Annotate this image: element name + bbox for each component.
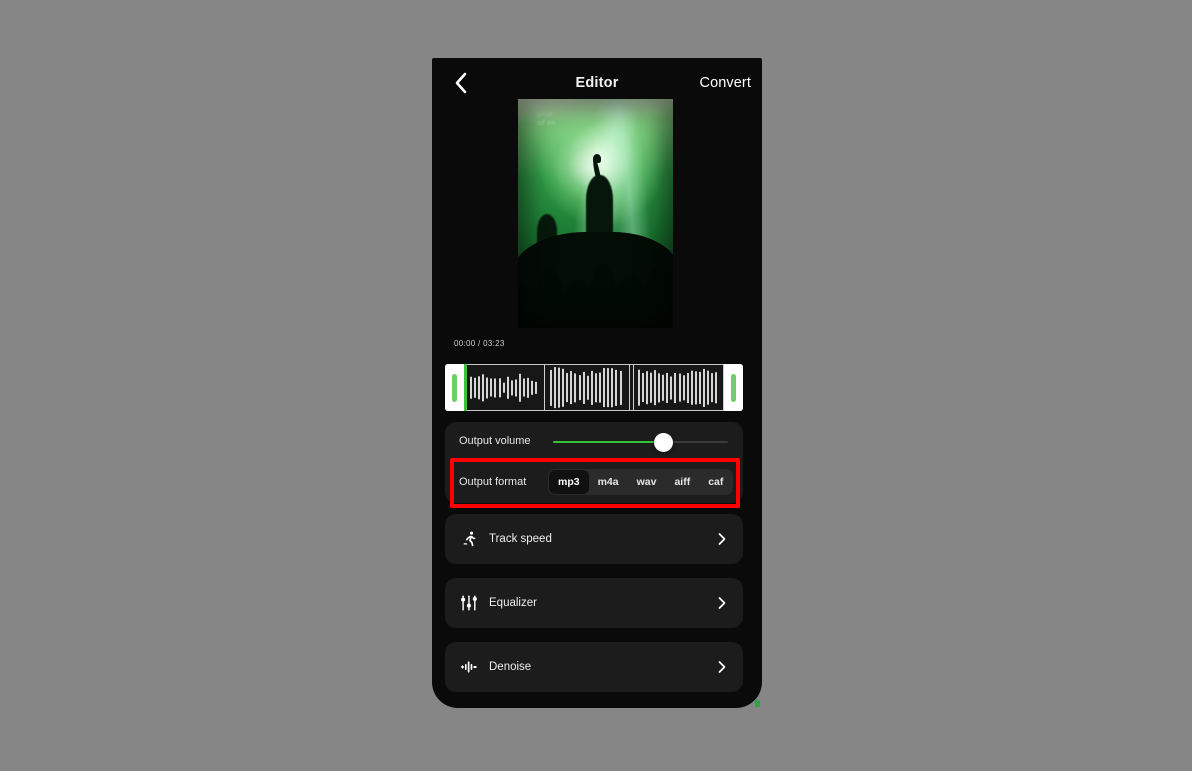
feature-label-equalizer: Equalizer: [489, 597, 537, 609]
waveform-bar: [502, 382, 505, 393]
feature-label-denoise: Denoise: [489, 661, 532, 673]
format-option-mp3[interactable]: mp3: [549, 470, 589, 494]
denoise-waveform-icon: [459, 657, 479, 677]
waveform-bar: [486, 377, 489, 398]
waveform-bar: [678, 373, 681, 402]
trim-handle-left[interactable]: [445, 364, 464, 411]
waveform-bar: [527, 377, 530, 398]
waveform-bar: [615, 369, 618, 406]
waveform-bar: [535, 381, 538, 394]
waveform-bar: [649, 372, 652, 403]
format-option-m4a[interactable]: m4a: [589, 470, 628, 494]
feature-label-track-speed: Track speed: [489, 533, 552, 545]
waveform-bar: [694, 371, 697, 404]
waveform-bar: [715, 372, 718, 403]
waveform-bar: [490, 378, 493, 397]
format-option-caf[interactable]: caf: [699, 470, 732, 494]
waveform-bar: [498, 378, 501, 397]
waveform-bar: [523, 378, 526, 397]
waveform-bar: [707, 370, 710, 405]
waveform-bar: [549, 369, 552, 406]
waveform-bar: [674, 372, 677, 403]
chevron-right-icon[interactable]: [715, 532, 729, 546]
waveform-bar: [703, 368, 706, 407]
output-volume-row: Output volume: [445, 422, 743, 462]
artwork-vignette: [518, 99, 673, 328]
waveform-bar: [619, 370, 622, 405]
playhead-indicator[interactable]: [464, 364, 467, 411]
waveform-bar: [553, 367, 556, 408]
feature-row-denoise[interactable]: Denoise: [445, 642, 743, 692]
waveform-bar: [645, 371, 648, 404]
waveform-track[interactable]: [464, 364, 724, 411]
waveform-bar: [666, 372, 669, 403]
waveform-bar: [641, 373, 644, 402]
output-format-row: Output format mp3 m4a wav aiff caf: [445, 462, 743, 503]
trim-grip-left-icon: [452, 373, 457, 402]
waveform-bar: [599, 372, 602, 403]
output-volume-thumb[interactable]: [653, 432, 673, 452]
waveform-bar: [482, 374, 485, 401]
output-format-segmented-control[interactable]: mp3 m4a wav aiff caf: [548, 469, 734, 495]
waveform-bar: [510, 380, 513, 395]
waveform-bar: [658, 373, 661, 402]
waveform-bar: [531, 380, 534, 395]
waveform-bar: [611, 368, 614, 407]
waveform-bar: [562, 368, 565, 407]
waveform-bar: [494, 378, 497, 397]
trim-grip-right-icon: [731, 373, 736, 402]
waveform-bar: [653, 370, 656, 405]
output-volume-label: Output volume: [459, 435, 531, 447]
waveform-bar: [637, 369, 640, 406]
waveform-bar: [607, 368, 610, 407]
trim-handle-right[interactable]: [724, 364, 743, 411]
convert-button[interactable]: Convert: [700, 75, 751, 91]
waveform-bar: [686, 372, 689, 403]
output-format-label: Output format: [459, 476, 527, 488]
waveform-bar: [469, 376, 472, 399]
waveform-section-divider: [633, 365, 635, 410]
running-person-icon: [459, 529, 479, 549]
feature-row-track-speed[interactable]: Track speed: [445, 514, 743, 564]
waveform-bar: [586, 375, 589, 400]
waveform-section-divider: [628, 365, 630, 410]
chevron-right-icon[interactable]: [715, 660, 729, 674]
equalizer-sliders-icon: [459, 593, 479, 613]
waveform-bar: [711, 373, 714, 402]
output-volume-slider[interactable]: [553, 432, 728, 452]
waveform-bar: [570, 371, 573, 404]
waveform-bar: [566, 373, 569, 402]
waveform-bar: [670, 376, 673, 399]
playback-time-label: 00:00 / 03:23: [454, 339, 505, 348]
waveform-bar: [594, 373, 597, 402]
format-option-wav[interactable]: wav: [628, 470, 666, 494]
waveform-bar: [506, 376, 509, 399]
waveform-bar: [590, 370, 593, 405]
screen-edge-artifact: [755, 700, 760, 707]
waveform-bar: [662, 374, 665, 401]
waveform-bar: [682, 375, 685, 400]
waveform-section-divider: [543, 365, 545, 410]
waveform-bar: [514, 379, 517, 396]
waveform-trimmer[interactable]: [445, 364, 743, 411]
chevron-right-icon[interactable]: [715, 596, 729, 610]
album-artwork: gose od en: [518, 99, 673, 328]
waveform-bar: [603, 368, 606, 407]
waveform-bar: [690, 370, 693, 405]
output-settings-card: Output volume Output format mp3 m4a wav aif…: [445, 422, 743, 503]
format-option-aiff[interactable]: aiff: [665, 470, 699, 494]
waveform-bar: [582, 371, 585, 404]
waveform-bar: [574, 373, 577, 402]
waveform-bar: [519, 373, 522, 402]
waveform-bar: [473, 377, 476, 398]
waveform-bar: [699, 371, 702, 404]
waveform-bar: [578, 375, 581, 400]
phone-screen: Editor Convert gose od en 00:00 / 03:23: [432, 58, 762, 708]
feature-row-equalizer[interactable]: Equalizer: [445, 578, 743, 628]
output-volume-fill: [553, 441, 664, 443]
waveform-bar: [478, 376, 481, 399]
waveform-bar: [558, 367, 561, 408]
